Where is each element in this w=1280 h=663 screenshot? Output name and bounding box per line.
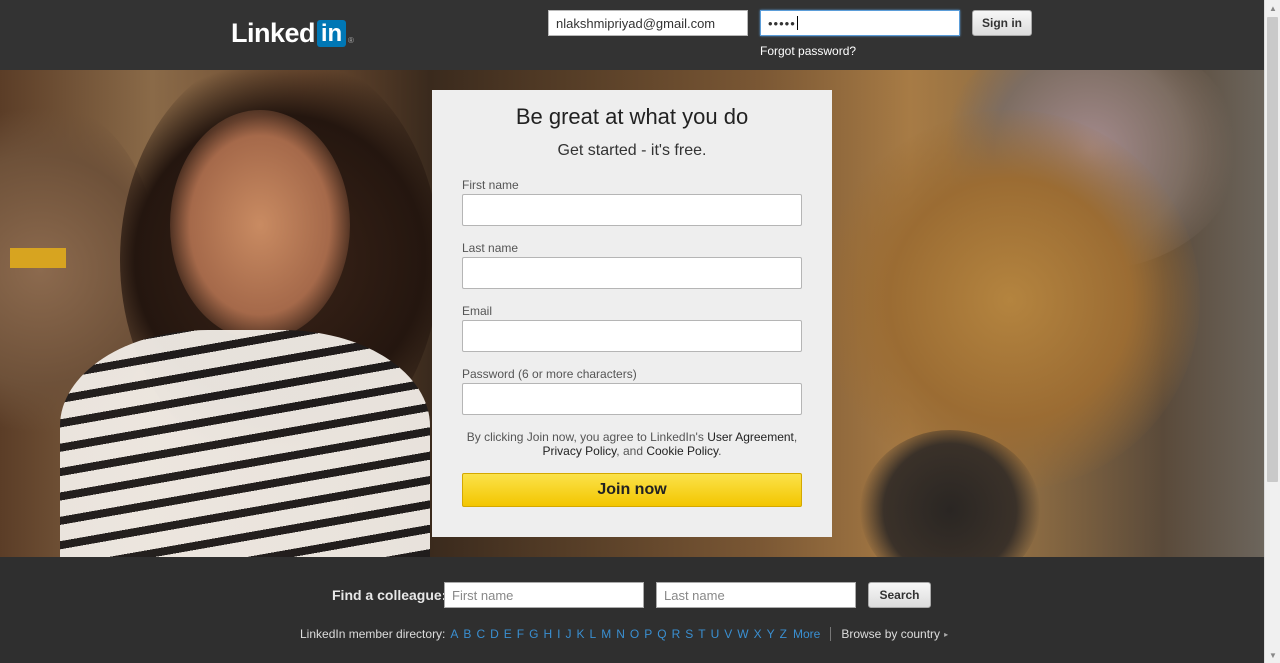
hero-yellow-sign [10, 248, 66, 268]
sign-in-button[interactable]: Sign in [972, 10, 1032, 36]
hero-striped-shirt [60, 330, 430, 557]
directory-letter-link[interactable]: A [450, 627, 458, 641]
terms-comma: , [793, 430, 798, 444]
directory-letter-link[interactable]: T [698, 627, 705, 641]
scroll-up-arrow-icon[interactable]: ▲ [1265, 0, 1280, 16]
join-now-button[interactable]: Join now [462, 473, 802, 507]
email-label: Email [462, 304, 493, 318]
directory-letter-link[interactable]: O [630, 627, 639, 641]
footer: Find a colleague: First name Last name S… [0, 557, 1264, 663]
directory-letter-link[interactable]: B [463, 627, 471, 641]
signup-title: Be great at what you do [515, 104, 749, 129]
scroll-down-arrow-icon[interactable]: ▼ [1265, 647, 1280, 663]
signin-password-input[interactable]: ••••• [760, 10, 960, 36]
vertical-scrollbar[interactable]: ▲ ▼ [1264, 0, 1280, 663]
find-colleague-label: Find a colleague: [332, 587, 447, 603]
directory-letter-link[interactable]: G [529, 627, 538, 641]
hero-person-face [170, 110, 350, 340]
directory-letter-link[interactable]: Y [767, 627, 775, 641]
signin-email-input[interactable]: nlakshmipriyad@gmail.com [548, 10, 748, 36]
colleague-first-name-placeholder: First name [452, 587, 514, 603]
directory-letter-link[interactable]: W [737, 627, 748, 641]
directory-letter-link[interactable]: E [504, 627, 512, 641]
privacy-policy-link[interactable]: Privacy Policy [543, 444, 617, 458]
signin-email-value: nlakshmipriyad@gmail.com [556, 15, 716, 31]
last-name-input[interactable] [462, 257, 802, 289]
directory-letter-link[interactable]: X [754, 627, 762, 641]
top-bar: Linked in ® nlakshmipriyad@gmail.com •••… [0, 0, 1264, 70]
terms-and: , and [616, 444, 647, 458]
directory-letter-link[interactable]: S [685, 627, 693, 641]
divider [830, 627, 832, 641]
password-input[interactable] [462, 383, 802, 415]
member-directory-label: LinkedIn member directory: [300, 627, 446, 641]
directory-letter-link[interactable]: C [476, 627, 485, 641]
directory-letter-link[interactable]: Z [780, 627, 787, 641]
forgot-password-link[interactable]: Forgot password? [760, 44, 856, 58]
user-agreement-link[interactable]: User Agreement [707, 430, 794, 444]
terms-text: By clicking Join now, you agree to Linke… [452, 430, 812, 458]
last-name-label: Last name [462, 241, 519, 255]
directory-letter-link[interactable]: Q [657, 627, 666, 641]
browse-by-country-link[interactable]: Browse by country [841, 627, 940, 641]
directory-letter-link[interactable]: V [724, 627, 732, 641]
directory-letter-link[interactable]: L [590, 627, 597, 641]
directory-letter-link[interactable]: F [517, 627, 524, 641]
triangle-right-icon: ▸ [944, 629, 949, 639]
directory-letter-link[interactable]: H [543, 627, 552, 641]
colleague-last-name-placeholder: Last name [664, 587, 725, 603]
logo-text: Linked [231, 18, 316, 48]
cookie-policy-link[interactable]: Cookie Policy [646, 444, 718, 458]
directory-letter-link[interactable]: P [644, 627, 652, 641]
first-name-label: First name [462, 178, 519, 192]
colleague-first-name-input[interactable]: First name [444, 582, 644, 608]
signin-password-mask: ••••• [768, 15, 796, 31]
password-label: Password (6 or more characters) [462, 367, 637, 381]
directory-letter-link[interactable]: D [490, 627, 499, 641]
email-input[interactable] [462, 320, 802, 352]
directory-letter-link[interactable]: K [577, 627, 585, 641]
directory-letter-link[interactable]: I [557, 627, 560, 641]
directory-more-link[interactable]: More [793, 627, 820, 641]
colleague-last-name-input[interactable]: Last name [656, 582, 856, 608]
directory-letter-link[interactable]: M [601, 627, 611, 641]
directory-letters: ABCDEFGHIJKLMNOPQRSTUVWXYZ [450, 627, 792, 641]
registered-mark: ® [348, 36, 354, 45]
colleague-search-button[interactable]: Search [868, 582, 931, 608]
member-directory: LinkedIn member directory: ABCDEFGHIJKLM… [300, 627, 948, 641]
logo-in-box: in [317, 20, 347, 47]
directory-letter-link[interactable]: J [566, 627, 572, 641]
signup-subtitle: Get started - it's free. [557, 142, 707, 159]
first-name-input[interactable] [462, 194, 802, 226]
signup-card: Be great at what you do Get started - it… [432, 90, 832, 537]
terms-period: . [718, 444, 722, 458]
scrollbar-thumb[interactable] [1267, 17, 1278, 482]
hero-truck [820, 110, 1200, 490]
linkedin-logo[interactable]: Linked in ® [231, 18, 354, 49]
text-caret [796, 16, 798, 30]
directory-letter-link[interactable]: R [672, 627, 681, 641]
terms-prefix: By clicking Join now, you agree to Linke… [466, 430, 708, 444]
directory-letter-link[interactable]: U [711, 627, 720, 641]
directory-letter-link[interactable]: N [616, 627, 625, 641]
